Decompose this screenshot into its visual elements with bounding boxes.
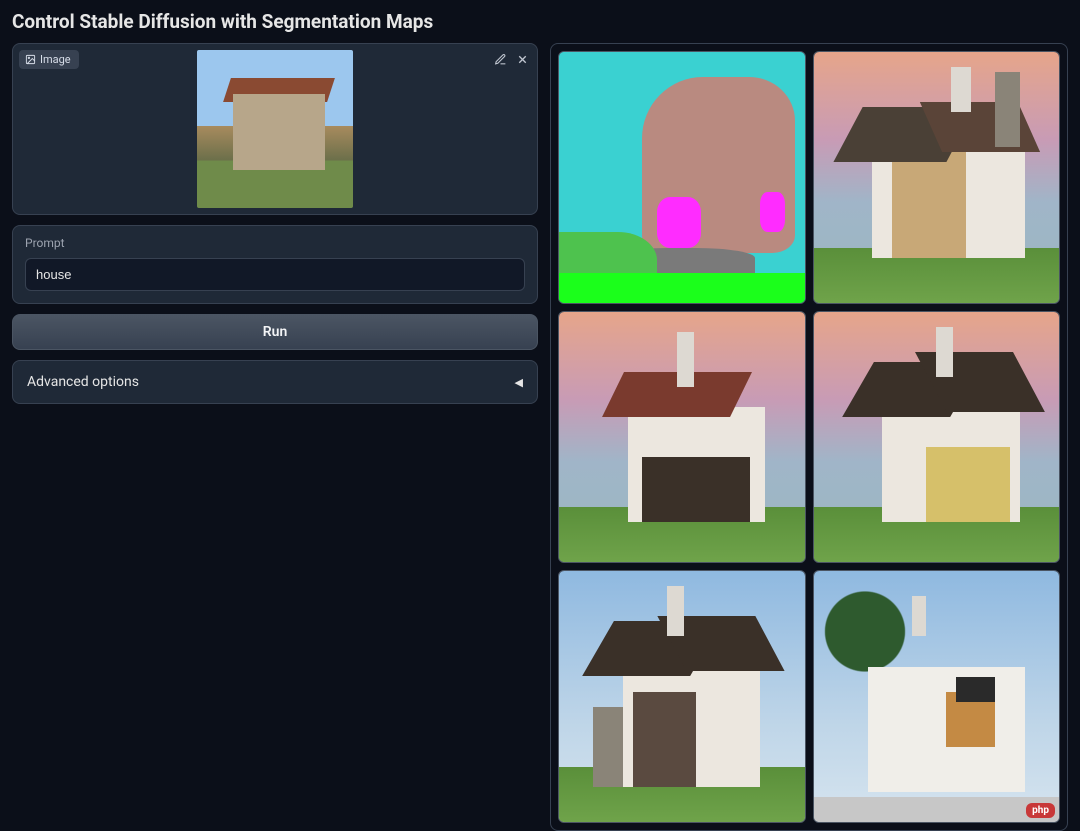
prompt-input[interactable]	[25, 258, 525, 291]
output-gallery: php	[550, 43, 1068, 831]
caret-left-icon: ◀	[515, 376, 523, 389]
page-title: Control Stable Diffusion with Segmentati…	[12, 10, 1068, 33]
image-upload-panel[interactable]: Image	[12, 43, 538, 215]
gallery-tile[interactable]: php	[813, 570, 1061, 823]
close-icon[interactable]	[513, 50, 531, 68]
input-image-preview[interactable]	[197, 50, 353, 208]
output-column: php	[550, 43, 1068, 831]
controls-column: Image Prompt Run Advanced options ◀	[12, 43, 538, 831]
prompt-panel: Prompt	[12, 225, 538, 304]
gallery-tile[interactable]	[813, 311, 1061, 564]
watermark-badge: php	[1026, 803, 1055, 818]
image-chip-label: Image	[40, 53, 71, 66]
gallery-tile[interactable]	[813, 51, 1061, 304]
image-icon	[25, 54, 36, 65]
advanced-options-toggle[interactable]: Advanced options ◀	[12, 360, 538, 404]
run-button[interactable]: Run	[12, 314, 538, 350]
gallery-tile-segmentation[interactable]	[558, 51, 806, 304]
gallery-tile[interactable]	[558, 570, 806, 823]
gallery-tile[interactable]	[558, 311, 806, 564]
advanced-options-label: Advanced options	[27, 374, 139, 390]
image-chip: Image	[19, 50, 79, 69]
edit-icon[interactable]	[491, 50, 509, 68]
prompt-label: Prompt	[25, 236, 525, 250]
